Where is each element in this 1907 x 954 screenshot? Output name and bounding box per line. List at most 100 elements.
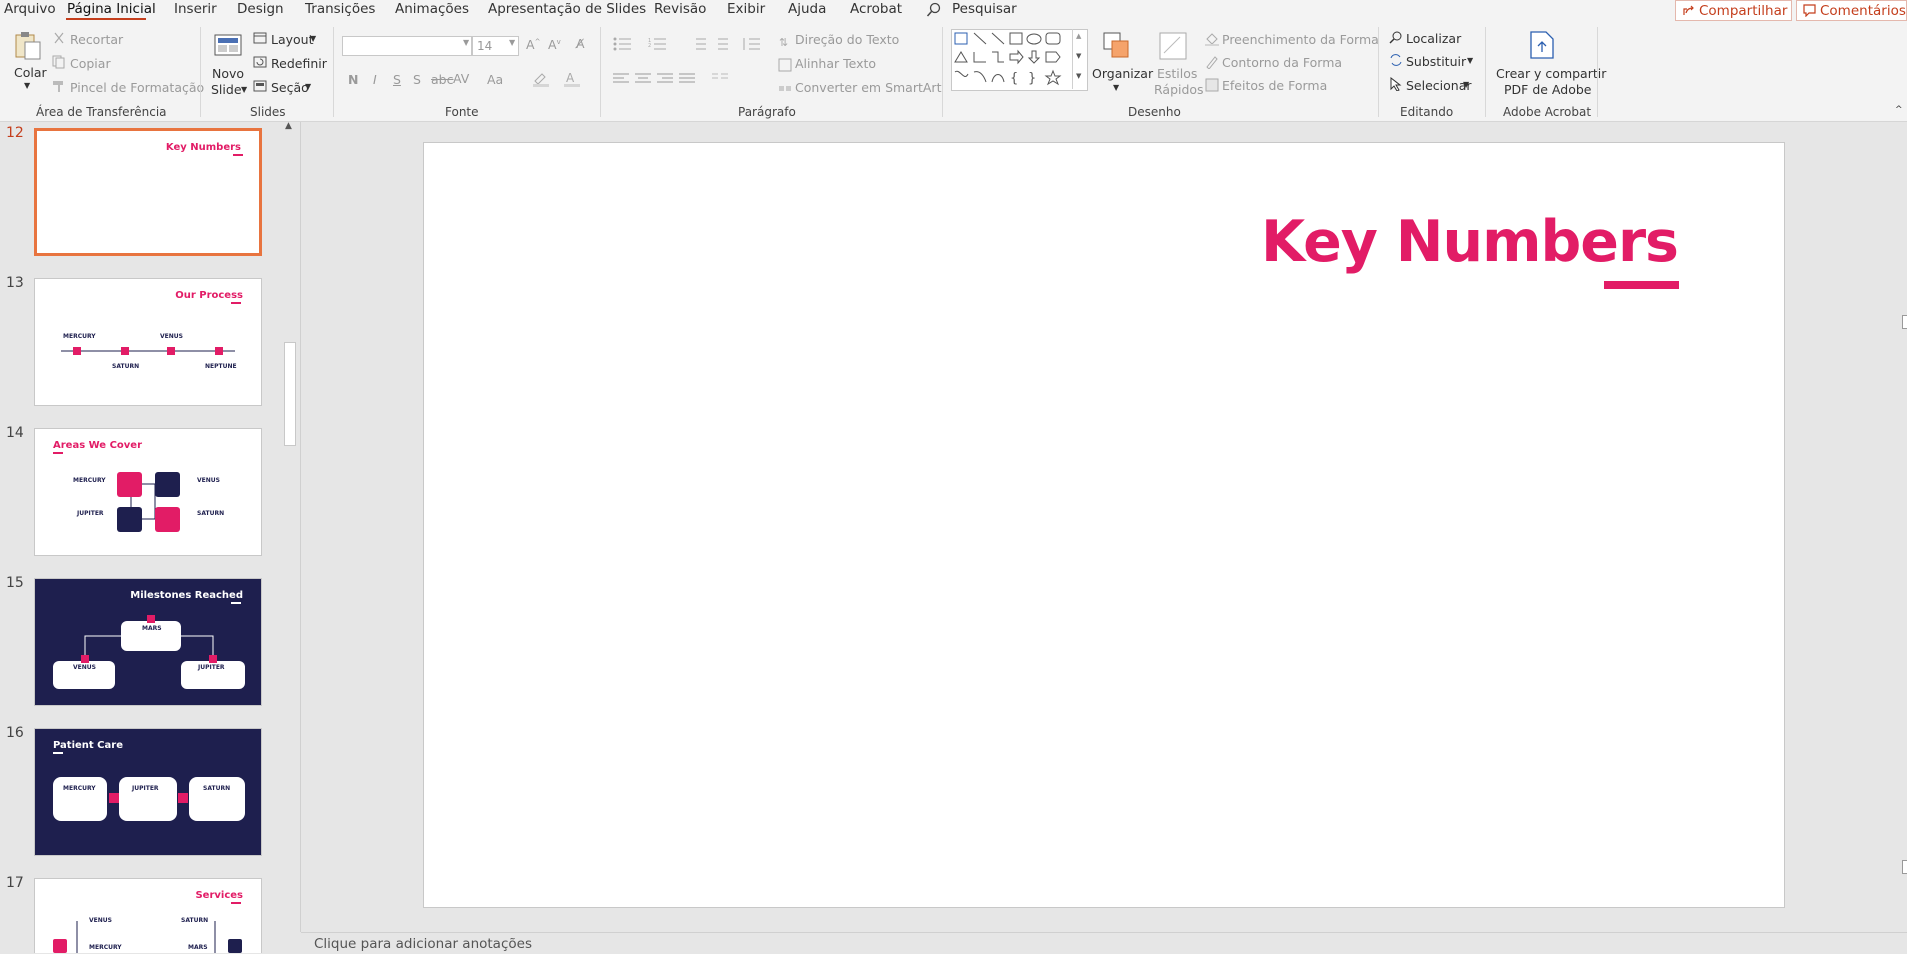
- find-button[interactable]: Localizar: [1406, 31, 1461, 46]
- menu-inserir[interactable]: Inserir: [174, 1, 217, 17]
- section-chevron-icon[interactable]: ▼: [305, 82, 311, 91]
- thumbnail-scrollbar[interactable]: [282, 122, 296, 953]
- columns-icon[interactable]: [712, 73, 728, 85]
- numbering-icon[interactable]: 12: [648, 37, 668, 51]
- slide-thumbnail-12[interactable]: Key Numbers: [34, 128, 262, 256]
- quick-styles-label-2[interactable]: Rápidos: [1154, 82, 1204, 97]
- clear-format-icon[interactable]: A̸: [576, 36, 585, 51]
- shapes-gallery[interactable]: { }: [951, 29, 1088, 91]
- line-spacing-icon[interactable]: [742, 37, 762, 51]
- arrange-chevron-icon[interactable]: ▼: [1113, 83, 1119, 92]
- font-family-combo[interactable]: [342, 36, 472, 56]
- menu-apresentacao[interactable]: Apresentação de Slides: [488, 1, 646, 17]
- align-right-icon[interactable]: [657, 73, 673, 85]
- layout-button[interactable]: Layout: [271, 32, 314, 47]
- align-text-button[interactable]: Alinhar Texto: [795, 56, 876, 71]
- underline-button[interactable]: S: [393, 72, 401, 87]
- layout-chevron-icon[interactable]: ▼: [310, 34, 316, 43]
- section-button[interactable]: Seção: [271, 80, 309, 95]
- paste-label[interactable]: Colar: [14, 65, 47, 80]
- menu-transicoes[interactable]: Transições: [305, 1, 375, 17]
- decrease-indent-icon[interactable]: [690, 37, 706, 51]
- shapes-scroll[interactable]: ▲ ▼ ▼: [1072, 29, 1086, 89]
- cut-button[interactable]: Recortar: [70, 32, 123, 47]
- slide-thumbnail-14[interactable]: Areas We Cover MERCURY VENUS JUPITER SAT…: [34, 428, 262, 556]
- menu-animacoes[interactable]: Animações: [395, 1, 469, 17]
- menu-arquivo[interactable]: Arquivo: [4, 1, 56, 17]
- layout-icon: [253, 32, 267, 44]
- replace-chevron-icon[interactable]: ▼: [1467, 56, 1473, 65]
- char-spacing-button[interactable]: AV: [453, 71, 469, 86]
- arrange-icon[interactable]: [1102, 31, 1132, 61]
- slide-thumbnail-16[interactable]: Patient Care MERCURY JUPITER SATURN: [34, 728, 262, 856]
- shape-fill-button[interactable]: Preenchimento da Forma: [1222, 32, 1379, 47]
- menu-exibir[interactable]: Exibir: [727, 1, 765, 17]
- change-case-button[interactable]: Aa: [487, 72, 503, 87]
- create-pdf-label-2[interactable]: PDF de Adobe: [1504, 82, 1591, 97]
- font-size-chevron-icon[interactable]: ▼: [509, 38, 515, 47]
- notes-pane[interactable]: Clique para adicionar anotações: [301, 932, 1907, 954]
- slide-number: 17: [6, 875, 24, 891]
- reset-button[interactable]: Redefinir: [271, 56, 327, 71]
- quick-styles-icon[interactable]: [1158, 31, 1188, 61]
- new-slide-label-1[interactable]: Novo: [212, 66, 244, 81]
- font-family-chevron-icon[interactable]: ▼: [463, 38, 469, 47]
- right-handle[interactable]: [1902, 315, 1907, 329]
- separator: [1485, 27, 1486, 117]
- menu-pagina-inicial[interactable]: Página Inicial: [67, 1, 156, 17]
- font-color-icon[interactable]: A: [563, 71, 581, 87]
- search-box[interactable]: Pesquisar: [952, 1, 1017, 17]
- create-pdf-label-1[interactable]: Crear y compartir: [1496, 66, 1606, 81]
- select-cursor-icon: [1389, 77, 1403, 91]
- svg-text:}: }: [1028, 71, 1036, 86]
- select-chevron-icon[interactable]: ▼: [1463, 80, 1469, 89]
- thumbnail-scroll-thumb[interactable]: [284, 342, 296, 446]
- right-handle-bottom[interactable]: [1902, 860, 1907, 874]
- comments-button[interactable]: Comentários: [1796, 0, 1907, 21]
- italic-button[interactable]: I: [373, 72, 377, 87]
- select-button[interactable]: Selecionar: [1406, 78, 1472, 93]
- slide-number: 14: [6, 425, 24, 441]
- replace-button[interactable]: Substituir: [1406, 54, 1466, 69]
- new-slide-icon[interactable]: [212, 31, 244, 59]
- current-slide[interactable]: Key Numbers: [423, 142, 1785, 908]
- menu-design[interactable]: Design: [237, 1, 284, 17]
- shrink-font-icon[interactable]: Av: [548, 37, 561, 52]
- menu-acrobat[interactable]: Acrobat: [850, 1, 902, 17]
- slide-thumbnail-17[interactable]: Services VENUS SATURN MERCURY MARS: [34, 878, 262, 953]
- new-slide-label-2[interactable]: Slide: [211, 82, 242, 97]
- quick-styles-label-1[interactable]: Estilos: [1157, 66, 1197, 81]
- share-button[interactable]: Compartilhar: [1675, 0, 1792, 21]
- paste-icon[interactable]: [14, 31, 42, 61]
- text-direction-button[interactable]: Direção do Texto: [795, 32, 899, 47]
- search-icon[interactable]: [926, 2, 942, 18]
- collapse-ribbon-icon[interactable]: ^: [1895, 105, 1903, 115]
- menu-ajuda[interactable]: Ajuda: [788, 1, 826, 17]
- shape-outline-button[interactable]: Contorno da Forma: [1222, 55, 1342, 70]
- slide-thumbnail-13[interactable]: Our Process MERCURY VENUS SATURN NEPTUNE: [34, 278, 262, 406]
- copy-button[interactable]: Copiar: [70, 56, 111, 71]
- highlight-icon[interactable]: [532, 71, 550, 87]
- align-center-icon[interactable]: [635, 73, 651, 85]
- slide-thumbnail-15[interactable]: Milestones Reached MARS VENUS JUPITER: [34, 578, 262, 706]
- thumb-item: JUPITER: [198, 664, 225, 671]
- notes-placeholder[interactable]: Clique para adicionar anotações: [314, 936, 532, 952]
- bold-button[interactable]: N: [348, 72, 358, 87]
- increase-indent-icon[interactable]: [712, 37, 728, 51]
- bullets-icon[interactable]: [613, 37, 633, 51]
- slide-title[interactable]: Key Numbers: [1261, 209, 1679, 275]
- smartart-button[interactable]: Converter em SmartArt: [795, 80, 941, 95]
- align-left-icon[interactable]: [613, 73, 629, 85]
- strikethrough-icon[interactable]: abc: [431, 72, 453, 87]
- arrange-label[interactable]: Organizar: [1092, 66, 1153, 81]
- shape-effects-button[interactable]: Efeitos de Forma: [1222, 78, 1327, 93]
- format-painter-button[interactable]: Pincel de Formatação: [70, 80, 204, 95]
- new-slide-chevron-icon[interactable]: ▼: [241, 85, 247, 94]
- pdf-share-icon[interactable]: [1529, 30, 1555, 60]
- shadow-button[interactable]: S: [413, 72, 421, 87]
- justify-icon[interactable]: [679, 73, 695, 85]
- paste-chevron-icon[interactable]: ▼: [24, 81, 30, 90]
- grow-font-icon[interactable]: A^: [526, 37, 540, 52]
- scroll-up-icon[interactable]: ▲: [285, 121, 292, 131]
- menu-revisao[interactable]: Revisão: [654, 1, 706, 17]
